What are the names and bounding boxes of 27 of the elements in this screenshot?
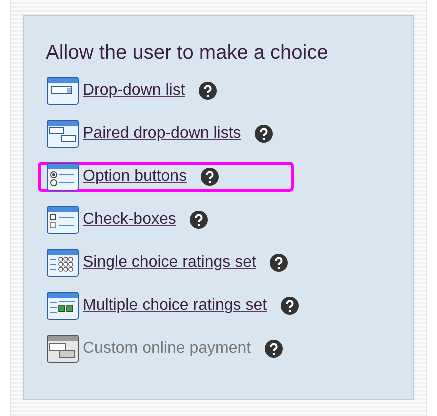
choice-item[interactable]: Check-boxes [38, 205, 284, 235]
checkbox-window-icon [47, 206, 79, 234]
item-link[interactable]: Check-boxes [83, 208, 180, 232]
help-icon[interactable] [199, 82, 218, 100]
panel-title: Allow the user to make a choice [46, 41, 330, 66]
choice-item[interactable]: Option buttons [38, 162, 294, 192]
choice-item[interactable]: Paired drop-down lists [38, 119, 348, 149]
dropdown-window-icon [47, 120, 79, 148]
help-icon[interactable] [255, 125, 274, 143]
radio-window-icon [47, 163, 79, 191]
choice-item[interactable]: Single choice ratings set [38, 248, 364, 278]
help-icon[interactable] [270, 254, 288, 272]
item-link[interactable]: Multiple choice ratings set [83, 294, 272, 318]
item-label: Custom online payment [83, 339, 252, 359]
grid-window-icon [47, 292, 79, 320]
item-link[interactable]: Paired drop-down lists [83, 122, 246, 146]
help-icon[interactable] [281, 297, 300, 315]
help-icon[interactable] [201, 168, 220, 186]
item-link[interactable]: Drop-down list [83, 79, 190, 103]
help-icon[interactable] [190, 211, 208, 229]
choice-item[interactable]: Drop-down list [38, 76, 292, 106]
choice-item[interactable]: Multiple choice ratings set [38, 291, 374, 321]
dropdown-window-icon [47, 77, 79, 105]
item-link[interactable]: Option buttons [83, 165, 192, 189]
grid-window-icon [47, 249, 79, 277]
item-link[interactable]: Single choice ratings set [83, 251, 260, 275]
payment-window-icon [47, 335, 79, 363]
